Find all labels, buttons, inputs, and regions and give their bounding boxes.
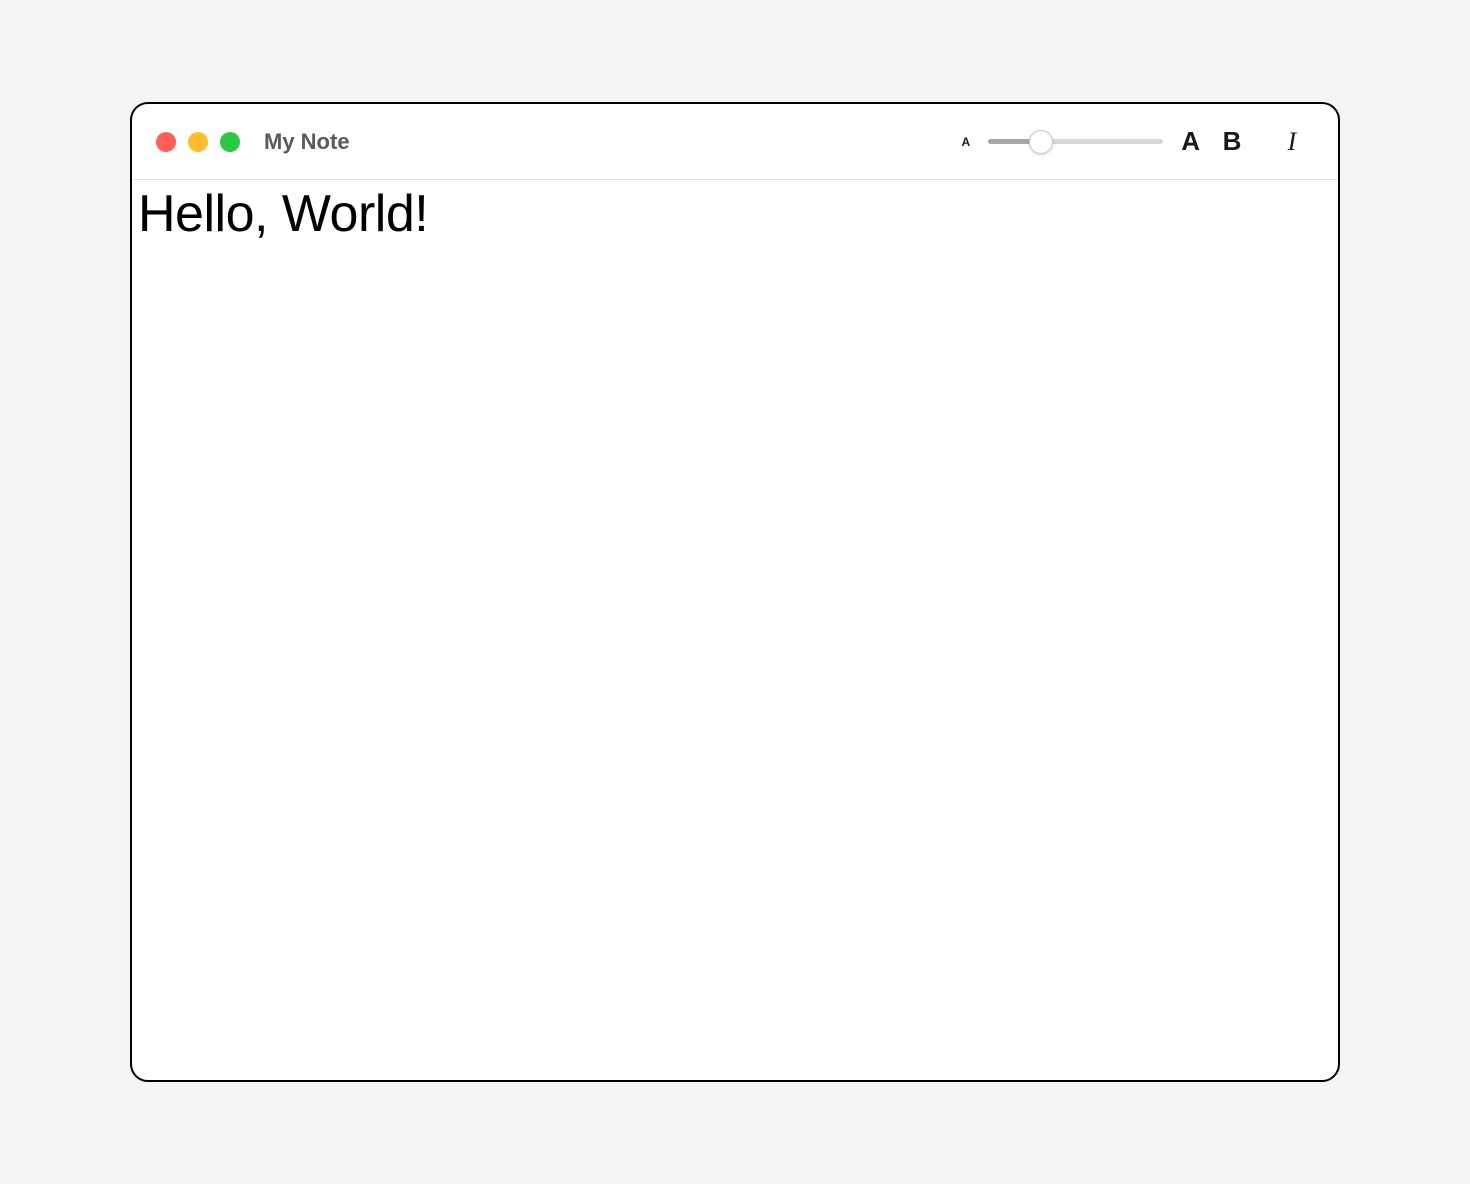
titlebar: My Note A A B I: [132, 104, 1338, 180]
window-title: My Note: [264, 129, 350, 155]
italic-button[interactable]: I: [1278, 127, 1306, 157]
slider-track: [988, 139, 1163, 144]
app-window: My Note A A B I Hello, World!: [130, 102, 1340, 1082]
bold-button[interactable]: B: [1218, 126, 1246, 157]
maximize-button[interactable]: [220, 132, 240, 152]
slider-thumb[interactable]: [1029, 130, 1053, 154]
close-button[interactable]: [156, 132, 176, 152]
note-text[interactable]: Hello, World!: [138, 186, 1332, 243]
traffic-lights: [156, 132, 240, 152]
font-size-small-icon: A: [962, 135, 971, 149]
minimize-button[interactable]: [188, 132, 208, 152]
font-size-large-icon: A: [1181, 126, 1200, 157]
note-content-area[interactable]: Hello, World!: [132, 180, 1338, 1080]
toolbar-right: A A B I: [962, 126, 1314, 157]
font-size-slider[interactable]: [988, 130, 1163, 154]
